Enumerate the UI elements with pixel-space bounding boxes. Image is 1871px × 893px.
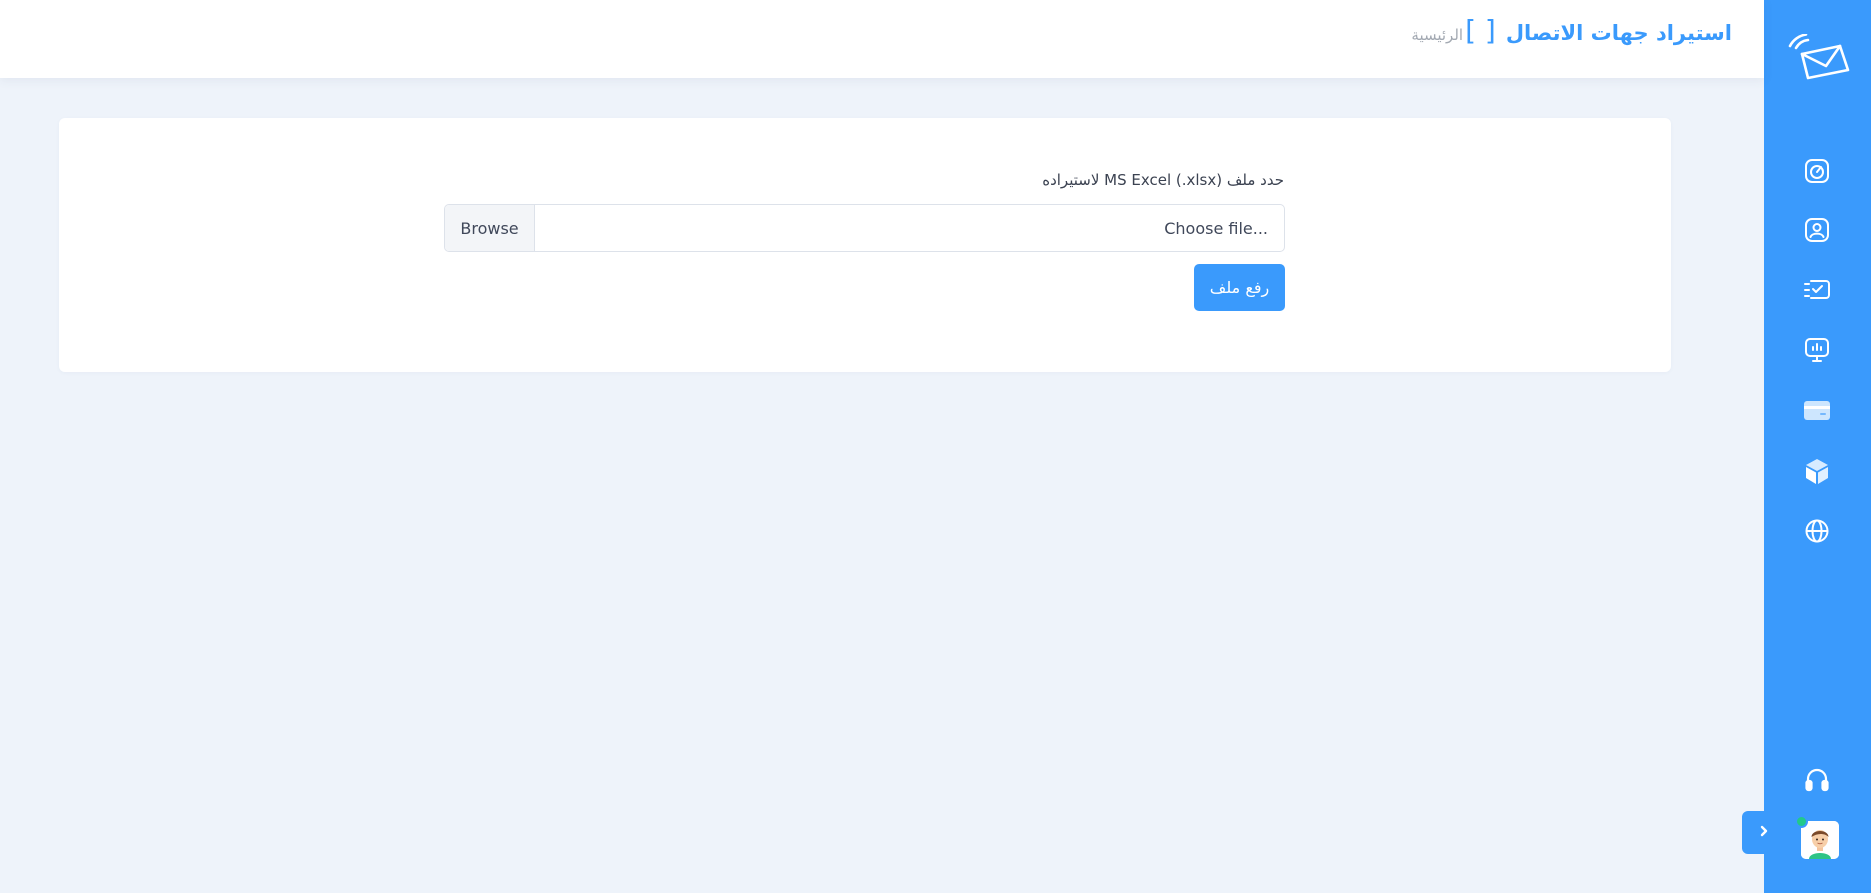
title-bracket: [ ] [1465,14,1496,47]
sidebar [1764,0,1871,893]
file-input-placeholder[interactable]: Choose file... [535,205,1284,251]
credit-card-icon[interactable] [1802,396,1832,426]
dashboard-gauge-icon[interactable] [1802,156,1832,186]
browse-button[interactable]: Browse [445,205,535,251]
globe-icon[interactable] [1802,516,1832,546]
presentation-chart-icon[interactable] [1802,335,1832,365]
header-title-group: استيراد جهات الاتصال [ ] الرئيسية [1411,14,1732,47]
online-status-indicator [1795,815,1808,828]
user-avatar[interactable] [1801,821,1839,859]
package-box-icon[interactable] [1802,456,1832,486]
headphones-icon[interactable] [1802,764,1832,794]
import-card: حدد ملف MS Excel (.xlsx) لاستيراده Brows… [59,118,1671,372]
sidebar-toggle-button[interactable] [1742,811,1786,854]
breadcrumb-home[interactable]: الرئيسية [1411,26,1463,44]
envelope-signal-icon[interactable] [1788,33,1850,82]
upload-file-button[interactable]: رفع ملف [1194,264,1285,311]
file-field-label: حدد ملف MS Excel (.xlsx) لاستيراده [1042,171,1284,189]
file-input[interactable]: Browse Choose file... [444,204,1285,252]
page-title: استيراد جهات الاتصال [1505,21,1732,45]
contact-card-icon[interactable] [1802,215,1832,245]
top-header: استيراد جهات الاتصال [ ] الرئيسية [0,0,1764,78]
chevron-right-icon [1757,823,1771,842]
campaign-message-icon[interactable] [1802,275,1832,305]
